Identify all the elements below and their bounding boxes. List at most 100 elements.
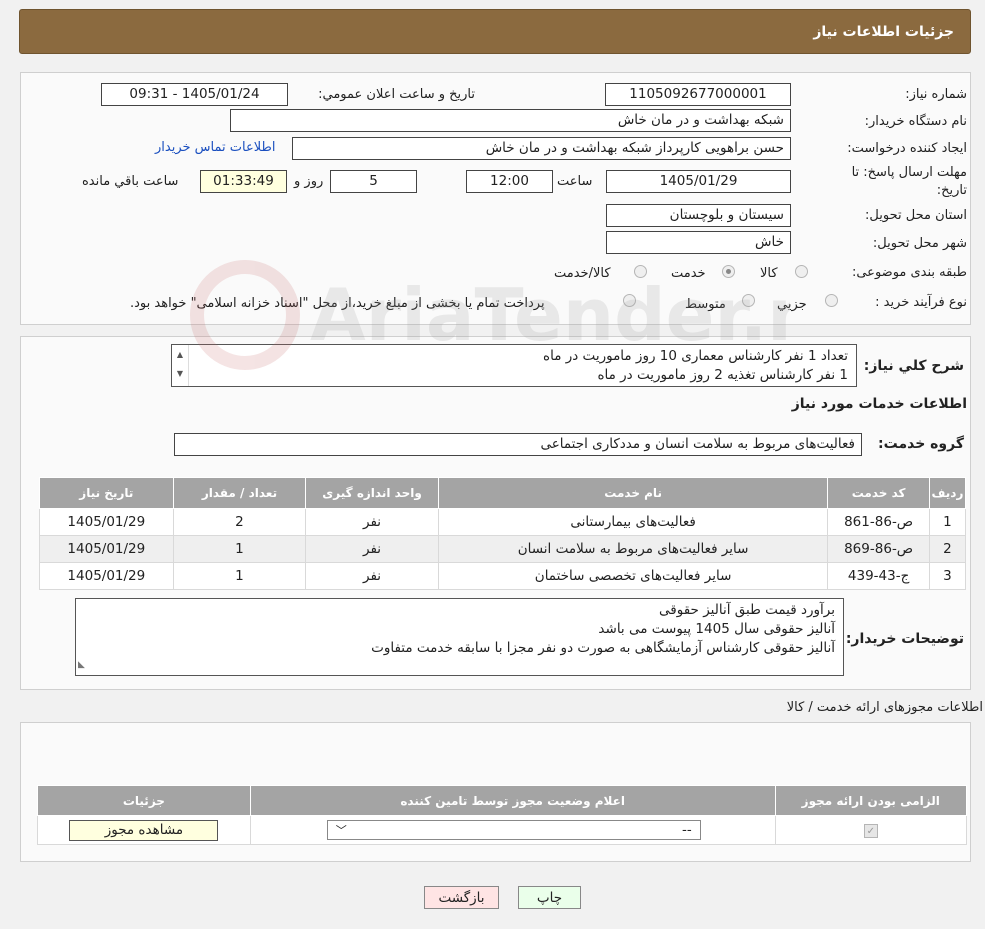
textarea-scrollbar[interactable]: ▲ ▼ bbox=[172, 345, 189, 386]
col-permit-status: اعلام وضعیت مجوز توسط تامین کننده bbox=[249, 785, 776, 816]
table-header-row: ردیف کد خدمت نام خدمت واحد اندازه گیری ت… bbox=[39, 477, 967, 509]
table-row: ✓ ﹀ -- مشاهده مجوز bbox=[37, 815, 968, 845]
announce-datetime-field: 1405/01/24 - 09:31 bbox=[101, 83, 288, 106]
purchase-type-medium-label: متوسط bbox=[685, 297, 726, 312]
buyer-org-label: نام دستگاه خريدار: bbox=[864, 114, 967, 129]
cell-quantity: 2 bbox=[172, 508, 307, 536]
buyer-notes-label: توضیحات خریدار: bbox=[845, 631, 964, 647]
purchase-type-minor-radio[interactable] bbox=[825, 294, 838, 307]
purchase-type-label: نوع فرآیند خرید : bbox=[875, 295, 967, 310]
city-field: خاش bbox=[606, 231, 791, 254]
services-table: ردیف کد خدمت نام خدمت واحد اندازه گیری ت… bbox=[39, 477, 967, 590]
print-button[interactable]: چاپ bbox=[518, 886, 581, 909]
purchase-type-medium-radio[interactable] bbox=[742, 294, 755, 307]
table-row: 3 ج-43-439 سایر فعالیت‌های تخصصی ساختمان… bbox=[39, 562, 967, 590]
resize-grip-icon[interactable]: ◣ bbox=[78, 656, 85, 675]
service-group-field: فعالیت‌های مربوط به سلامت انسان و مددکار… bbox=[174, 433, 862, 456]
deadline-time-field: 12:00 bbox=[466, 170, 553, 193]
creator-field: حسن براهویی کارپرداز شبکه بهداشت و در ما… bbox=[292, 137, 791, 160]
cell-need-date: 1405/01/29 bbox=[39, 508, 174, 536]
category-label: طبقه بندی موضوعی: bbox=[851, 265, 967, 280]
remaining-time-field: 01:33:49 bbox=[200, 170, 287, 193]
category-option-goods-radio[interactable] bbox=[795, 265, 808, 278]
deadline-date-field: 1405/01/29 bbox=[606, 170, 791, 193]
cell-need-date: 1405/01/29 bbox=[39, 535, 174, 563]
deadline-label-date: تاريخ: bbox=[936, 183, 967, 198]
page-title: جزئیات اطلاعات نیاز bbox=[813, 23, 954, 40]
deadline-days-field: 5 bbox=[330, 170, 417, 193]
category-option-service-label: خدمت bbox=[671, 266, 706, 281]
cell-need-date: 1405/01/29 bbox=[39, 562, 174, 590]
province-label: استان محل تحویل: bbox=[865, 208, 967, 223]
cell-unit: نفر bbox=[305, 508, 439, 536]
chevron-down-icon: ﹀ bbox=[335, 824, 347, 837]
description-line: تعداد 1 نفر کارشناس معماری 10 روز ماموری… bbox=[543, 348, 848, 364]
announce-datetime-label: تاریخ و ساعت اعلان عمومي: bbox=[318, 87, 475, 102]
treasury-payment-radio[interactable] bbox=[623, 294, 636, 307]
remaining-time-label: ساعت باقي مانده bbox=[82, 174, 179, 189]
description-line: 1 نفر کارشناس تغذیه 2 روز ماموریت در ماه bbox=[597, 367, 848, 383]
description-label: شرح کلي نياز: bbox=[863, 358, 964, 374]
need-number-label: شماره نیاز: bbox=[905, 87, 967, 102]
category-option-goods-label: کالا bbox=[760, 266, 778, 281]
buyer-contact-link[interactable]: اطلاعات تماس خريدار bbox=[155, 140, 275, 155]
page-header: جزئیات اطلاعات نیاز bbox=[19, 9, 971, 54]
services-table-wrap: ردیف کد خدمت نام خدمت واحد اندازه گیری ت… bbox=[39, 477, 967, 590]
services-section-title: اطلاعات خدمات مورد نياز bbox=[791, 396, 967, 412]
purchase-type-minor-label: جزیي bbox=[777, 297, 807, 312]
cell-row-number: 3 bbox=[928, 562, 967, 590]
buyer-org-field: شبکه بهداشت و در مان خاش bbox=[230, 109, 791, 132]
deadline-label: مهلت ارسال پاسخ: تا bbox=[851, 165, 967, 180]
cell-permit-required: ✓ bbox=[774, 815, 968, 845]
col-service-code: کد خدمت bbox=[827, 477, 930, 509]
buyer-notes-line: آنالیز حقوقی سال 1405 پیوست می باشد bbox=[598, 621, 835, 637]
col-row-number: ردیف bbox=[928, 477, 967, 509]
table-row: 2 ص-86-869 سایر فعالیت‌های مربوط به سلام… bbox=[39, 535, 967, 563]
cell-service-code: ص-86-861 bbox=[827, 508, 930, 536]
need-number-field: 1105092677000001 bbox=[605, 83, 791, 106]
col-need-date: تاريخ نياز bbox=[39, 477, 174, 509]
buyer-notes-line: آنالیز حقوقی کارشناس آزمایشگاهی به صورت … bbox=[371, 640, 835, 656]
creator-label: ایجاد کننده درخواست: bbox=[847, 141, 967, 156]
table-header-row: الزامی بودن ارائه مجوز اعلام وضعیت مجوز … bbox=[37, 785, 968, 816]
category-option-both-radio[interactable] bbox=[634, 265, 647, 278]
buyer-notes-line: برآورد قیمت طبق آنالیز حقوقی bbox=[659, 602, 835, 618]
city-label: شهر محل تحویل: bbox=[872, 236, 967, 251]
cell-row-number: 2 bbox=[928, 535, 967, 563]
cell-quantity: 1 bbox=[172, 535, 307, 563]
col-quantity: تعداد / مقدار bbox=[172, 477, 307, 509]
cell-permit-status: ﹀ -- bbox=[249, 815, 776, 845]
back-button[interactable]: بازگشت bbox=[424, 886, 499, 909]
deadline-days-label: روز و bbox=[294, 174, 324, 189]
col-service-name: نام خدمت bbox=[437, 477, 829, 509]
col-unit: واحد اندازه گیری bbox=[305, 477, 439, 509]
cell-row-number: 1 bbox=[928, 508, 967, 536]
col-permit-details: جزئیات bbox=[37, 785, 251, 816]
buyer-notes-textarea[interactable]: برآورد قیمت طبق آنالیز حقوقی آنالیز حقوق… bbox=[75, 598, 844, 676]
table-row: 1 ص-86-861 فعالیت‌های بیمارستانی نفر 2 1… bbox=[39, 508, 967, 536]
cell-service-code: ج-43-439 bbox=[827, 562, 930, 590]
deadline-time-label: ساعت bbox=[557, 174, 593, 189]
cell-permit-details: مشاهده مجوز bbox=[37, 815, 251, 845]
permits-table: الزامی بودن ارائه مجوز اعلام وضعیت مجوز … bbox=[37, 785, 968, 845]
cell-service-name: سایر فعالیت‌های تخصصی ساختمان bbox=[437, 562, 829, 590]
view-permit-button[interactable]: مشاهده مجوز bbox=[69, 819, 219, 841]
permit-status-select[interactable]: ﹀ -- bbox=[326, 820, 701, 840]
description-textarea[interactable]: ▲ ▼ تعداد 1 نفر کارشناس معماری 10 روز مام… bbox=[171, 344, 857, 387]
permits-section-title: اطلاعات مجوزهای ارائه خدمت / کالا bbox=[786, 700, 983, 715]
permits-table-wrap: الزامی بودن ارائه مجوز اعلام وضعیت مجوز … bbox=[37, 785, 968, 845]
cell-service-name: سایر فعالیت‌های مربوط به سلامت انسان bbox=[437, 535, 829, 563]
category-option-service-radio[interactable] bbox=[722, 265, 735, 278]
cell-unit: نفر bbox=[305, 535, 439, 563]
permit-status-value: -- bbox=[682, 822, 692, 838]
cell-quantity: 1 bbox=[172, 562, 307, 590]
category-option-both-label: کالا/خدمت bbox=[554, 266, 611, 281]
cell-unit: نفر bbox=[305, 562, 439, 590]
treasury-payment-note: پرداخت تمام يا بخشی از مبلغ خريد،از محل … bbox=[130, 296, 545, 311]
permit-required-checkbox[interactable]: ✓ bbox=[863, 824, 878, 838]
service-group-label: گروه خدمت: bbox=[878, 436, 964, 452]
province-field: سیستان و بلوچستان bbox=[606, 204, 791, 227]
cell-service-name: فعالیت‌های بیمارستانی bbox=[437, 508, 829, 536]
cell-service-code: ص-86-869 bbox=[827, 535, 930, 563]
col-permit-required: الزامی بودن ارائه مجوز bbox=[774, 785, 968, 816]
